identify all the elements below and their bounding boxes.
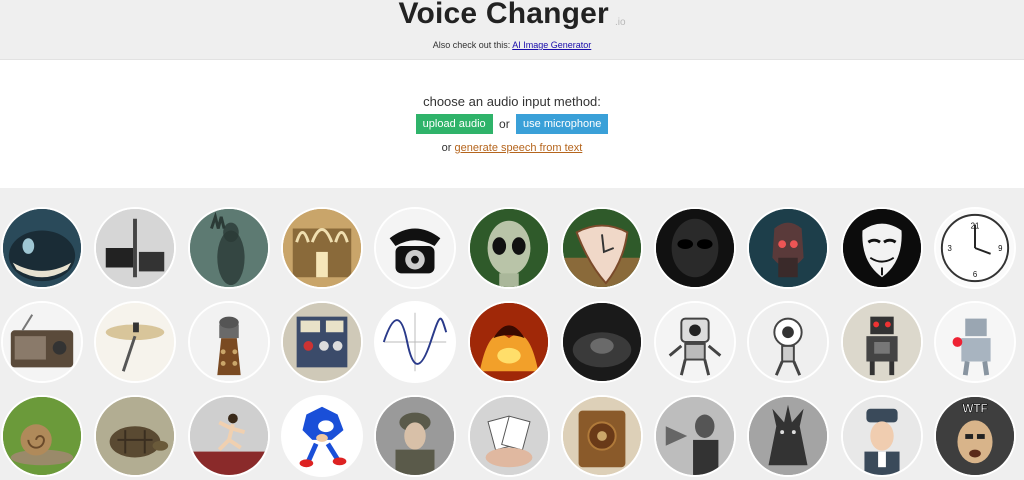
- russian-man-icon[interactable]: [840, 395, 923, 477]
- input-panel: choose an audio input method: upload aud…: [0, 59, 1024, 188]
- radio-icon[interactable]: [1, 301, 83, 383]
- anonymous-mask-icon[interactable]: [840, 207, 923, 289]
- tts-line: or generate speech from text: [0, 142, 1024, 154]
- input-buttons: upload audio or use microphone: [0, 114, 1024, 134]
- svg-text:21: 21: [971, 222, 980, 231]
- tin-robot-icon[interactable]: [934, 301, 1016, 383]
- sonic-icon[interactable]: [280, 395, 363, 477]
- tortoise-icon[interactable]: [94, 395, 177, 477]
- or-separator: or: [499, 117, 510, 131]
- fire-demon-icon[interactable]: [467, 301, 550, 383]
- title-wrap: Voice Changer .io: [0, 0, 1024, 31]
- wtf-meme-icon[interactable]: WTF: [934, 395, 1016, 477]
- reversed-clock-icon[interactable]: 21 9 3 6: [934, 207, 1016, 289]
- toy-robot-icon[interactable]: [840, 301, 923, 383]
- megaphone-icon[interactable]: [94, 207, 177, 289]
- telephone-icon[interactable]: [374, 207, 457, 289]
- gramophone-icon[interactable]: [94, 301, 177, 383]
- robot-white-icon[interactable]: [654, 301, 737, 383]
- also-checkout: Also check out this: AI Image Generator: [0, 40, 1024, 50]
- cave-icon[interactable]: [560, 301, 643, 383]
- robot-eye-icon[interactable]: [747, 301, 830, 383]
- ai-image-generator-link[interactable]: AI Image Generator: [512, 40, 591, 50]
- page-title: Voice Changer: [398, 0, 609, 30]
- use-microphone-button[interactable]: use microphone: [516, 114, 609, 134]
- sine-wave-icon[interactable]: [374, 301, 457, 383]
- dark-creature-icon[interactable]: [747, 395, 830, 477]
- header: Voice Changer .io Also check out this: AI…: [0, 0, 1024, 59]
- input-prompt: choose an audio input method:: [423, 94, 601, 109]
- wooden-radio-icon[interactable]: [560, 395, 643, 477]
- cyborg-icon[interactable]: [747, 207, 830, 289]
- melting-clock-icon[interactable]: [560, 207, 643, 289]
- generate-speech-link[interactable]: generate speech from text: [455, 142, 583, 154]
- old-gramophone-man-icon[interactable]: [654, 395, 737, 477]
- soldier-icon[interactable]: [374, 395, 457, 477]
- monster-icon[interactable]: [1, 207, 83, 289]
- dalek-icon[interactable]: [187, 301, 270, 383]
- wtf-caption: WTF: [962, 403, 987, 416]
- dark-alien-icon[interactable]: [654, 207, 737, 289]
- tld-label: .io: [614, 17, 626, 28]
- svg-text:3: 3: [947, 244, 951, 253]
- svg-text:9: 9: [998, 244, 1002, 253]
- upload-audio-button[interactable]: upload audio: [415, 114, 493, 134]
- snail-icon[interactable]: [1, 395, 83, 477]
- synthesizer-icon[interactable]: [280, 301, 363, 383]
- also-text: Also check out this:: [432, 40, 513, 50]
- alien-icon[interactable]: [467, 207, 550, 289]
- svg-text:6: 6: [973, 270, 977, 279]
- ghost-icon[interactable]: [187, 207, 270, 289]
- voice-grid: 21 9 3 6 WTF: [0, 187, 1024, 480]
- cards-icon[interactable]: [467, 395, 550, 477]
- cathedral-icon[interactable]: [280, 207, 363, 289]
- sprinter-icon[interactable]: [187, 395, 270, 477]
- tts-prefix: or: [441, 142, 455, 154]
